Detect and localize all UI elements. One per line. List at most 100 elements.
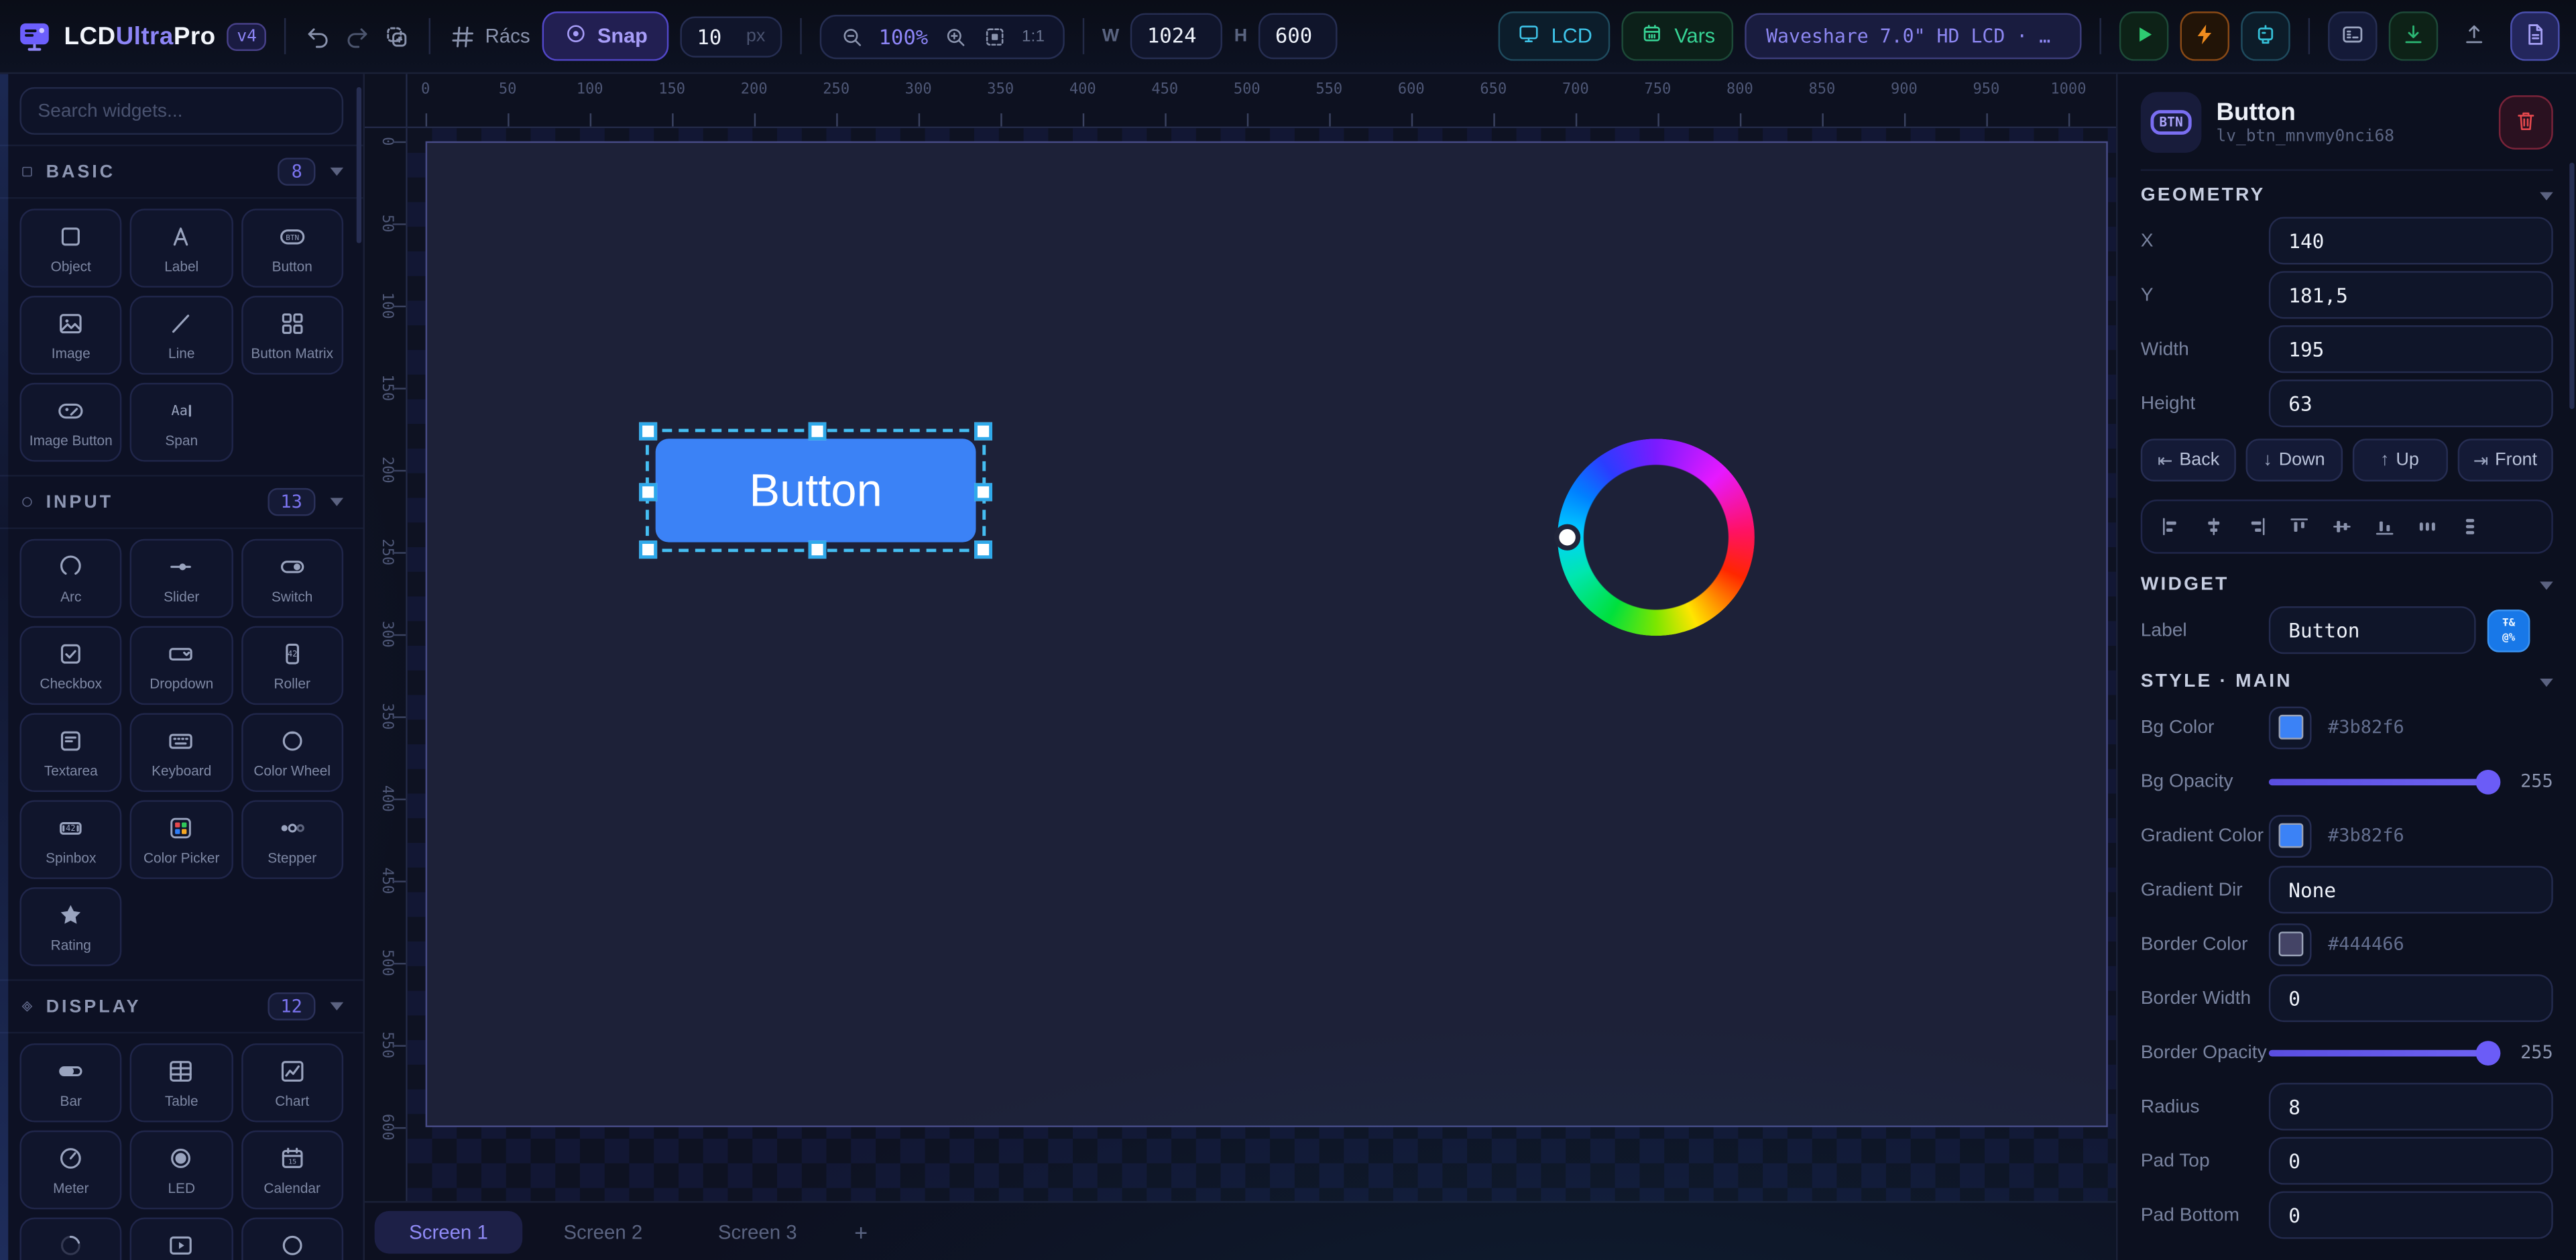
widget-card[interactable]: Image Button <box>19 383 122 462</box>
widget-card[interactable]: Arc <box>19 539 122 618</box>
widget-card[interactable]: Label <box>130 209 233 288</box>
palette-section-header[interactable]: BASIC 8 <box>0 145 363 199</box>
align-left-icon[interactable] <box>2150 506 2191 547</box>
z-order-button[interactable]: ↑ Up <box>2352 439 2448 481</box>
console-button[interactable] <box>2328 11 2378 61</box>
bg-opacity-slider[interactable] <box>2269 778 2498 785</box>
canvas-height-input[interactable] <box>1275 23 1322 48</box>
undo-button[interactable] <box>304 22 333 50</box>
widget-card[interactable]: Checkbox <box>19 626 122 705</box>
bg-color-swatch[interactable] <box>2269 705 2312 748</box>
geometry-section-header[interactable]: GEOMETRY <box>2141 171 2553 214</box>
widget-card[interactable]: Anim Image <box>130 1218 233 1260</box>
widget-card[interactable]: Rating <box>19 887 122 966</box>
colorwheel-knob[interactable] <box>1554 524 1580 551</box>
z-order-button[interactable]: ⇥ Front <box>2457 439 2553 481</box>
widget-card[interactable]: LED <box>130 1131 233 1210</box>
widget-card[interactable]: Line <box>130 296 233 375</box>
add-screen-button[interactable]: + <box>838 1218 884 1245</box>
widget-card[interactable]: 15 Calendar <box>241 1131 343 1210</box>
widget-card[interactable]: Object <box>19 209 122 288</box>
selection-handle[interactable] <box>639 422 657 441</box>
export-code-button[interactable] <box>2510 11 2560 61</box>
z-order-button[interactable]: ⇤ Back <box>2141 439 2237 481</box>
slider-thumb[interactable] <box>2476 1040 2501 1065</box>
width-input[interactable] <box>2269 325 2553 373</box>
widget-card[interactable]: Dropdown <box>130 626 233 705</box>
screen-tab[interactable]: Screen 2 <box>529 1210 677 1253</box>
selection-handle[interactable] <box>807 422 825 441</box>
border-width-input[interactable] <box>2269 974 2553 1022</box>
selection-handle[interactable] <box>974 482 992 500</box>
widget-card[interactable]: Meter <box>19 1131 122 1210</box>
align-center-horizontal-icon[interactable] <box>2193 506 2234 547</box>
run-button[interactable] <box>2119 11 2169 61</box>
zoom-in-icon[interactable] <box>943 24 968 49</box>
flash-button[interactable] <box>2180 11 2230 61</box>
canvas-width-input[interactable] <box>1147 23 1206 48</box>
download-button[interactable] <box>2389 11 2439 61</box>
align-top-icon[interactable] <box>2279 506 2320 547</box>
sidebar-scrollbar[interactable] <box>357 87 361 243</box>
z-order-button[interactable]: ↓ Down <box>2246 439 2342 481</box>
widget-card[interactable]: BTN Button <box>241 209 343 288</box>
zoom-ratio-label[interactable]: 1:1 <box>1022 27 1045 45</box>
widget-card[interactable]: Aa Span <box>130 383 233 462</box>
pad-top-input[interactable] <box>2269 1137 2553 1185</box>
selection-handle[interactable] <box>974 422 992 441</box>
canvas-button-widget[interactable]: Button <box>656 439 976 542</box>
palette-section-header[interactable]: INPUT 13 <box>0 475 363 529</box>
delete-widget-button[interactable] <box>2499 95 2553 150</box>
upload-button[interactable] <box>2449 11 2499 61</box>
selection-handle[interactable] <box>807 540 825 559</box>
widget-card[interactable]: Textarea <box>19 713 122 792</box>
lcd-preview-button[interactable]: LCD <box>1499 11 1611 61</box>
duplicate-button[interactable] <box>384 22 412 50</box>
widget-card[interactable]: 42 Roller <box>241 626 343 705</box>
widget-card[interactable]: Table <box>130 1043 233 1123</box>
redo-button[interactable] <box>344 22 372 50</box>
widget-section-header[interactable]: WIDGET <box>2141 561 2553 604</box>
align-right-icon[interactable] <box>2236 506 2277 547</box>
design-viewport[interactable]: Button <box>408 128 2116 1201</box>
widget-card[interactable]: Color Wheel <box>241 713 343 792</box>
search-input[interactable] <box>38 101 325 121</box>
style-main-section-header[interactable]: STYLE · MAIN <box>2141 657 2553 700</box>
grid-toggle-button[interactable]: Rács <box>449 22 530 50</box>
widget-card[interactable]: Color Picker <box>130 800 233 879</box>
canvas-colorwheel-widget[interactable] <box>1558 439 1755 636</box>
screen-tab[interactable]: Screen 1 <box>375 1210 523 1253</box>
widget-card[interactable]: Keyboard <box>130 713 233 792</box>
height-input[interactable] <box>2269 380 2553 427</box>
align-bottom-icon[interactable] <box>2364 506 2405 547</box>
widget-card[interactable]: Circle <box>241 1218 343 1260</box>
x-input[interactable] <box>2269 217 2553 264</box>
snap-size-input[interactable] <box>697 24 736 49</box>
widget-card[interactable]: Image <box>19 296 122 375</box>
selection-handle[interactable] <box>974 540 992 559</box>
lcd-screen-canvas[interactable] <box>426 141 2108 1127</box>
widget-label-input[interactable] <box>2269 606 2476 654</box>
palette-section-header[interactable]: DISPLAY 12 <box>0 979 363 1033</box>
widget-card[interactable]: Switch <box>241 539 343 618</box>
y-input[interactable] <box>2269 271 2553 319</box>
radius-input[interactable] <box>2269 1083 2553 1131</box>
widget-card[interactable]: 42 Spinbox <box>19 800 122 879</box>
widget-card[interactable]: Bar <box>19 1043 122 1123</box>
zoom-out-icon[interactable] <box>839 24 864 49</box>
gradient-dir-input[interactable] <box>2269 866 2553 913</box>
snap-toggle-button[interactable]: Snap <box>542 11 669 61</box>
border-color-swatch[interactable] <box>2269 923 2312 966</box>
gradient-color-swatch[interactable] <box>2269 814 2312 857</box>
slider-thumb[interactable] <box>2476 769 2501 794</box>
vars-button[interactable]: Vars <box>1622 11 1733 61</box>
screen-tab[interactable]: Screen 3 <box>683 1210 831 1253</box>
symbols-picker-button[interactable]: Ŧ& @% <box>2487 609 2530 652</box>
device-select[interactable]: Waveshare 7.0" HD LCD · 10… <box>1745 13 2081 60</box>
distribute-horizontal-icon[interactable] <box>2407 506 2448 547</box>
align-center-vertical-icon[interactable] <box>2321 506 2362 547</box>
widget-card[interactable]: Chart <box>241 1043 343 1123</box>
widget-card[interactable]: Button Matrix <box>241 296 343 375</box>
distribute-vertical-icon[interactable] <box>2449 506 2490 547</box>
inspector-scrollbar[interactable] <box>2569 163 2574 410</box>
